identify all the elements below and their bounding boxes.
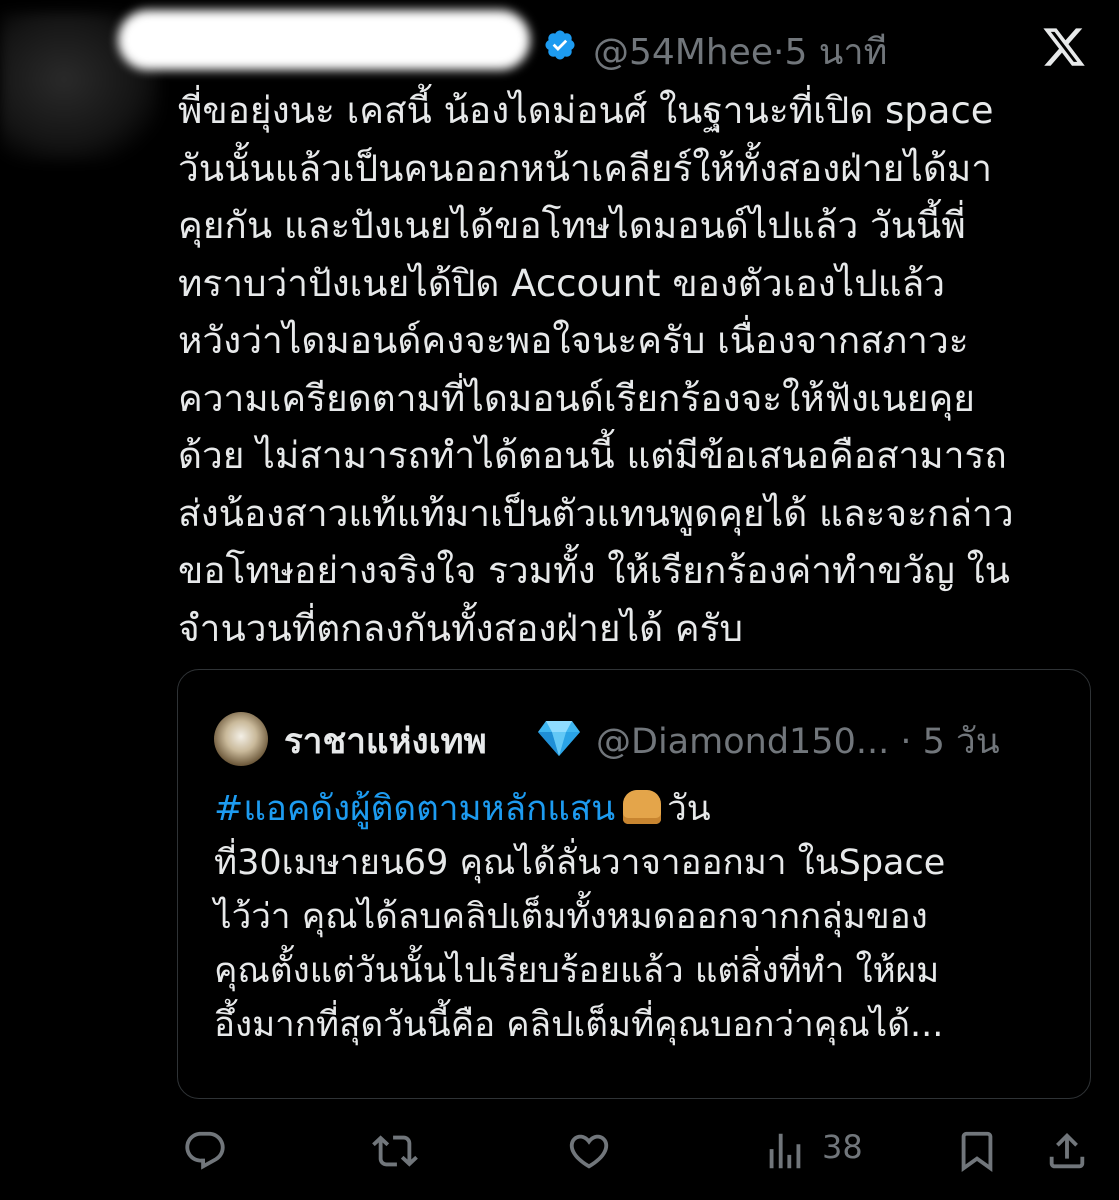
- quoted-body: #แอคดังผู้ติดตามหลักแสน วัน ที่30เมษายน69…: [214, 782, 1084, 1052]
- quoted-line: ไว้ว่า คุณได้ลบคลิปเต็มทั้งหมดออกจากกลุ่…: [214, 897, 928, 937]
- post-line: ด้วย ไม่สามารถทำได้ตอนนี้ แต่มีข้อเสนอคื…: [178, 434, 1007, 477]
- quoted-post-card[interactable]: ราชาแห่งเทพ @Diamond150... · 5 วัน #แอคด…: [177, 669, 1091, 1099]
- author-handle[interactable]: @54Mhee: [593, 32, 773, 73]
- post-line: ทราบว่าปังเนยได้ปิด Account ของตัวเองไปแ…: [178, 261, 946, 305]
- quoted-line: คุณตั้งแต่วันนั้นไปเรียบร้อยแล้ว แต่สิ่ง…: [214, 951, 940, 991]
- verified-badge-icon: [545, 30, 575, 60]
- repost-icon: [372, 1135, 418, 1167]
- author-handle-line[interactable]: @54Mhee·5 นาที: [593, 23, 887, 80]
- separator-dot: ·: [772, 32, 785, 73]
- reply-icon: [185, 1131, 225, 1170]
- post-line: จำนวนที่ตกลงกันทั้งสองฝ่ายได้ ครับ: [178, 606, 744, 650]
- like-button[interactable]: [566, 1128, 612, 1174]
- quoted-author-avatar[interactable]: [214, 712, 268, 766]
- gem-icon: [538, 721, 580, 756]
- separator-dot: ·: [900, 722, 912, 762]
- author-name-redacted: [118, 10, 530, 70]
- post-line: วันนั้นแล้วเป็นคนออกหน้าเคลียร์ให้ทั้งสอ…: [178, 146, 993, 190]
- post-body: พี่ขอยุ่งนะ เคสนี้ น้องไดม่อนศ์ ในฐานะที…: [178, 82, 1098, 657]
- repost-button[interactable]: [372, 1128, 418, 1174]
- post-line: ขอโทษอย่างจริงใจ รวมทั้ง ให้เรียกร้องค่า…: [178, 549, 1010, 592]
- views-count: 38: [822, 1128, 863, 1166]
- post-line: ส่งน้องสาวแท้แท้มาเป็นตัวแทนพูดคุยได้ แล…: [178, 491, 1014, 535]
- bookmark-button[interactable]: [954, 1128, 1000, 1174]
- bread-icon: [623, 790, 662, 824]
- quoted-line: อึ้งมากที่สุดวันนี้คือ คลิปเต็มที่คุณบอก…: [214, 1005, 944, 1045]
- share-icon: [1049, 1132, 1085, 1169]
- quoted-author-name[interactable]: ราชาแห่งเทพ: [284, 714, 487, 769]
- post-time[interactable]: 5 นาที: [784, 32, 887, 73]
- reply-button[interactable]: [182, 1128, 228, 1174]
- post-line: คุยกัน และปังเนยได้ขอโทษไดมอนด์ไปแล้ว วั…: [178, 204, 966, 247]
- quoted-handle[interactable]: @Diamond150...: [596, 722, 889, 762]
- post-line: พี่ขอยุ่งนะ เคสนี้ น้องไดม่อนศ์ ในฐานะที…: [178, 89, 994, 132]
- views-button[interactable]: [762, 1128, 808, 1174]
- share-button[interactable]: [1044, 1128, 1090, 1174]
- quoted-time[interactable]: 5 วัน: [923, 722, 1000, 762]
- quoted-line: ที่30เมษายน69 คุณได้ลั่นวาจาออกมา ในSpac…: [214, 843, 946, 883]
- heart-icon: [569, 1134, 609, 1169]
- quoted-first-line: #แอคดังผู้ติดตามหลักแสน วัน: [214, 782, 1084, 836]
- views-icon: [769, 1133, 801, 1169]
- post-line: หวังว่าไดมอนด์คงจะพอใจนะครับ เนื่องจากสภ…: [178, 319, 969, 362]
- x-logo-icon[interactable]: [1040, 24, 1088, 70]
- bookmark-icon: [961, 1131, 993, 1172]
- quoted-handle-line[interactable]: @Diamond150... · 5 วัน: [596, 714, 1000, 769]
- action-bar: [0, 1120, 1119, 1180]
- hashtag-link[interactable]: #แอคดังผู้ติดตามหลักแสน: [214, 789, 615, 829]
- quoted-line: วัน: [667, 789, 711, 829]
- post-line: ความเครียดตามที่ไดมอนด์เรียกร้องจะให้ฟัง…: [178, 376, 975, 420]
